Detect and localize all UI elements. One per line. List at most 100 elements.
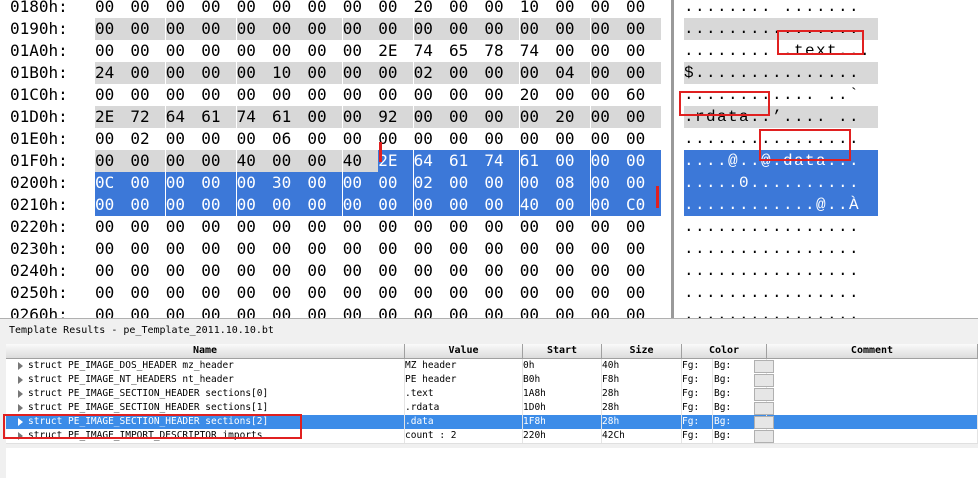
hex-byte[interactable]: 00 [378,304,414,318]
hex-byte[interactable]: 40 [236,150,272,172]
hex-byte[interactable]: 00 [165,238,201,260]
hex-byte[interactable]: 00 [378,62,414,84]
hex-byte[interactable]: 2E [378,150,414,172]
hex-byte[interactable]: 00 [590,106,626,128]
hex-byte[interactable]: 00 [484,304,520,318]
hex-byte[interactable]: 00 [165,128,201,150]
hex-byte[interactable]: 00 [626,238,661,260]
hex-byte[interactable]: 00 [484,62,520,84]
hex-byte[interactable]: 00 [130,150,166,172]
hex-byte[interactable]: 00 [342,216,378,238]
hex-byte[interactable]: 00 [519,260,555,282]
hex-byte[interactable]: 00 [626,62,661,84]
hex-byte[interactable]: 00 [626,0,661,18]
hex-byte[interactable]: 00 [342,106,378,128]
hex-byte[interactable]: 92 [378,106,414,128]
hex-byte[interactable]: 00 [342,194,378,216]
hex-row[interactable]: 00 00 00 00 00 00 00 00 00 00 00 00 00 00 00 00 [95,260,661,282]
hex-byte[interactable]: 00 [519,216,555,238]
hex-byte[interactable]: 00 [272,194,307,216]
hex-byte[interactable]: 00 [519,304,555,318]
hex-row[interactable]: 2E 72 64 61 74 61 00 00 92 00 00 00 00 20 00 00 [95,106,661,128]
hex-byte[interactable]: 00 [307,304,343,318]
hex-byte[interactable]: 20 [555,106,591,128]
hex-byte[interactable]: 00 [449,18,484,40]
hex-byte[interactable]: 00 [272,260,307,282]
ascii-row[interactable]: ................ [684,216,878,238]
hex-byte[interactable]: 00 [590,0,626,18]
hex-byte[interactable]: 00 [449,260,484,282]
hex-byte[interactable]: 00 [413,194,449,216]
hex-byte[interactable]: 00 [342,40,378,62]
hex-byte[interactable]: 40 [519,194,555,216]
hex-row[interactable]: 00 00 00 00 00 00 00 00 00 00 00 00 00 00 00 00 [95,18,661,40]
hex-byte[interactable]: 00 [555,238,591,260]
hex-byte[interactable]: 00 [555,260,591,282]
hex-byte[interactable]: 00 [95,40,130,62]
hex-byte[interactable]: 00 [272,282,307,304]
hex-row[interactable]: 00 00 00 00 00 00 00 00 00 00 00 00 00 00 00 00 [95,238,661,260]
hex-byte[interactable]: 00 [130,194,166,216]
hex-byte[interactable]: 00 [165,304,201,318]
hex-byte[interactable]: 00 [236,40,272,62]
hex-byte[interactable]: 00 [130,304,166,318]
hex-byte[interactable]: 00 [413,304,449,318]
hex-byte[interactable]: 00 [413,106,449,128]
hex-byte[interactable]: 00 [484,0,520,18]
hex-byte[interactable]: 00 [555,18,591,40]
hex-byte[interactable]: 74 [484,150,520,172]
hex-byte[interactable]: 00 [130,0,166,18]
column-header-color[interactable]: Color [682,344,767,359]
hex-byte[interactable]: 00 [236,0,272,18]
hex-byte[interactable]: 00 [130,238,166,260]
hex-byte[interactable]: 78 [484,40,520,62]
hex-byte[interactable]: 00 [590,150,626,172]
hex-byte[interactable]: 00 [413,128,449,150]
ascii-row[interactable]: ................ [684,304,878,318]
hex-byte[interactable]: 00 [342,0,378,18]
hex-byte[interactable]: 00 [555,150,591,172]
hex-byte[interactable]: 00 [236,84,272,106]
hex-byte[interactable]: 00 [555,304,591,318]
hex-byte[interactable]: 06 [272,128,307,150]
hex-byte[interactable]: 00 [519,238,555,260]
hex-byte[interactable]: 00 [413,84,449,106]
hex-byte[interactable]: 00 [307,84,343,106]
hex-byte[interactable]: 00 [590,172,626,194]
hex-byte[interactable]: 00 [307,150,343,172]
hex-byte[interactable]: 00 [272,40,307,62]
ascii-row[interactable]: ................ [684,260,878,282]
hex-byte[interactable]: 00 [95,84,130,106]
template-row[interactable]: struct PE_IMAGE_DOS_HEADER mz_header MZ h… [6,359,978,374]
hex-byte[interactable]: 00 [130,18,166,40]
hex-byte[interactable]: 00 [307,238,343,260]
hex-byte[interactable]: 00 [555,84,591,106]
hex-row[interactable]: 00 00 00 00 40 00 00 40 2E 64 61 74 61 00 00 00 [95,150,661,172]
hex-byte[interactable]: 00 [201,150,237,172]
hex-byte[interactable]: 00 [307,260,343,282]
hex-byte[interactable]: 00 [130,84,166,106]
hex-byte[interactable]: 00 [484,128,520,150]
hex-row[interactable]: 0C 00 00 00 00 30 00 00 00 02 00 00 00 08 00 00 [95,172,661,194]
hex-byte[interactable]: 00 [307,40,343,62]
hex-byte[interactable]: 00 [165,216,201,238]
hex-byte[interactable]: 00 [342,304,378,318]
hex-byte[interactable]: 74 [413,40,449,62]
hex-byte[interactable]: 00 [342,238,378,260]
hex-byte[interactable]: 00 [201,18,237,40]
hex-byte[interactable]: 00 [272,238,307,260]
hex-byte[interactable]: 00 [201,260,237,282]
hex-byte[interactable]: 00 [236,304,272,318]
hex-byte[interactable]: 00 [165,84,201,106]
hex-byte[interactable]: 00 [555,194,591,216]
hex-byte[interactable]: 00 [626,260,661,282]
hex-byte[interactable]: 00 [342,282,378,304]
hex-byte[interactable]: 00 [95,304,130,318]
hex-byte[interactable]: 00 [307,62,343,84]
hex-byte[interactable]: 00 [449,304,484,318]
ascii-row[interactable]: $............... [684,62,878,84]
hex-byte[interactable]: 00 [165,0,201,18]
hex-byte[interactable]: 00 [342,18,378,40]
hex-byte[interactable]: 00 [378,84,414,106]
hex-byte[interactable]: 08 [555,172,591,194]
